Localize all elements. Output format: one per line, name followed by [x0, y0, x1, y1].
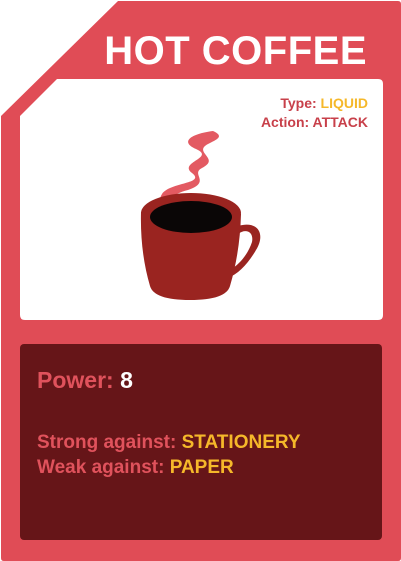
strong-against-value: STATIONERY: [181, 432, 301, 453]
game-card[interactable]: HOT COFFEE Type: LIQUID Action: ATTACK P…: [0, 0, 401, 561]
matchups: Strong against: STATIONERY Weak against:…: [37, 430, 301, 480]
strong-against-label: Strong against:: [37, 432, 177, 453]
hot-coffee-cup-icon: [140, 131, 261, 300]
weak-against-label: Weak against:: [37, 457, 165, 478]
weak-against-line: Weak against: PAPER: [37, 455, 301, 480]
card-title: HOT COFFEE: [104, 29, 367, 73]
card-meta: Type: LIQUID Action: ATTACK: [261, 94, 368, 132]
type-label: Type:: [280, 95, 317, 111]
weak-against-value: PAPER: [169, 457, 234, 478]
action-line: Action: ATTACK: [261, 113, 368, 132]
action-value: ATTACK: [312, 114, 368, 130]
power-value: 8: [120, 367, 133, 393]
strong-against-line: Strong against: STATIONERY: [37, 430, 301, 455]
power-stat: Power: 8: [37, 366, 133, 394]
stats-panel: Power: 8 Strong against: STATIONERY Weak…: [20, 344, 382, 540]
type-line: Type: LIQUID: [261, 94, 368, 113]
type-value: LIQUID: [320, 95, 368, 111]
power-label: Power:: [37, 367, 114, 393]
